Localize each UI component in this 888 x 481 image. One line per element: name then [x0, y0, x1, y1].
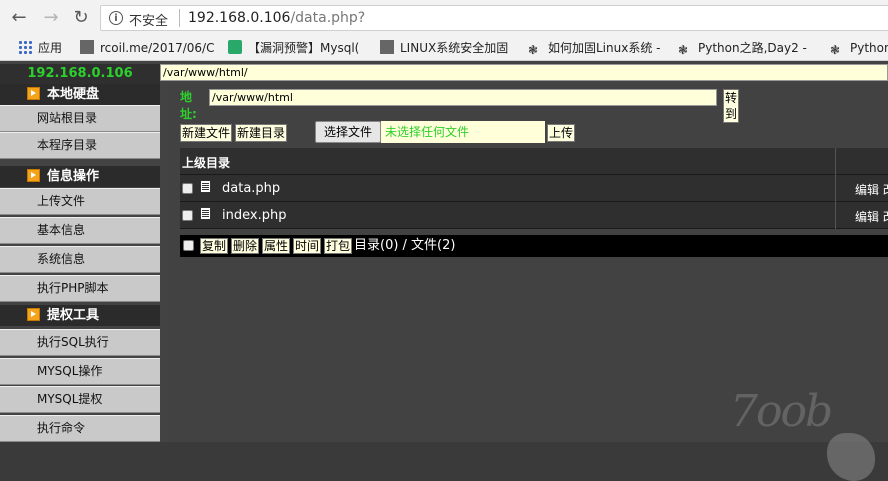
upload-button[interactable]: 上传 — [547, 124, 576, 142]
parent-dir-row[interactable]: 上级目录 — [180, 148, 888, 175]
cnblogs-icon: ❃ — [830, 43, 841, 57]
goto-button[interactable]: 转到 — [723, 89, 740, 123]
column-divider — [835, 148, 836, 175]
arrow-right-icon — [27, 308, 40, 321]
column-divider — [835, 175, 836, 202]
url-separator — [179, 9, 180, 27]
bookmark-label: LINUX系统安全加固 — [400, 41, 509, 55]
file-icon — [200, 207, 211, 220]
sidebar-item-exec-sql[interactable]: 执行SQL执行 — [0, 329, 160, 356]
file-actions[interactable]: 编辑 改 — [855, 181, 888, 198]
section-title: 本地硬盘 — [47, 87, 100, 102]
sidebar-section-info-ops: 信息操作 — [0, 166, 160, 187]
attributes-button[interactable]: 属性 — [262, 238, 291, 254]
file-name[interactable]: index.php — [222, 208, 286, 223]
forward-arrow-icon[interactable]: → — [40, 7, 62, 29]
no-file-chosen-label: 未选择任何文件 — [381, 121, 545, 143]
site-icon — [228, 40, 242, 54]
webshell-page: 192.168.0.106 /var/www/html/ 本地硬盘 网站根目录 … — [0, 61, 888, 481]
bulk-actions-bar: 复制 删除 属性 时间 打包 目录(0) / 文件(2) — [180, 235, 888, 257]
sidebar-item-exec-command[interactable]: 执行命令 — [0, 415, 160, 442]
bookmark-rcoil[interactable]: rcoil.me/2017/06/C — [80, 39, 220, 57]
sidebar-section-privilege-tools: 提权工具 — [0, 305, 160, 326]
table-row: data.php 编辑 改 — [180, 175, 888, 202]
file-actions[interactable]: 编辑 改 — [855, 208, 888, 225]
bookmark-linux-harden[interactable]: ❃ 如何加固Linux系统 - — [528, 39, 666, 57]
bookmark-linux-security[interactable]: LINUX系统安全加固 — [380, 39, 520, 57]
url-bar[interactable]: i 不安全 192.168.0.106/data.php? — [100, 5, 888, 31]
bookmark-label: rcoil.me/2017/06/C — [100, 41, 215, 55]
url-text: 192.168.0.106/data.php? — [188, 10, 365, 26]
column-divider — [835, 202, 836, 229]
bookmark-apps[interactable]: 应用 — [18, 39, 62, 57]
cnblogs-icon: ❃ — [528, 43, 539, 57]
sidebar-item-web-root[interactable]: 网站根目录 — [0, 105, 160, 132]
sidebar-section-local-disk: 本地硬盘 — [0, 84, 160, 105]
watermark-logo: 7oob — [730, 386, 833, 437]
choose-file-button[interactable]: 选择文件 — [315, 121, 381, 143]
address-bar-row: ← → ↻ i 不安全 192.168.0.106/data.php? — [0, 0, 888, 36]
file-checkbox[interactable] — [182, 183, 193, 194]
info-icon[interactable]: i — [109, 11, 123, 25]
table-row: index.php 编辑 改 — [180, 202, 888, 229]
new-file-button[interactable]: 新建文件 — [180, 124, 233, 142]
sidebar-item-upload[interactable]: 上传文件 — [0, 188, 160, 215]
sidebar-item-system-info[interactable]: 系统信息 — [0, 246, 160, 273]
new-dir-button[interactable]: 新建目录 — [235, 124, 288, 142]
time-button[interactable]: 时间 — [293, 238, 322, 254]
security-label: 不安全 — [129, 14, 169, 29]
sidebar-item-basic-info[interactable]: 基本信息 — [0, 217, 160, 244]
bookmark-label: 应用 — [38, 41, 63, 55]
page-icon — [380, 40, 394, 54]
select-all-checkbox[interactable] — [183, 240, 194, 251]
file-checkbox[interactable] — [182, 210, 193, 221]
bookmark-mysql[interactable]: 【漏洞预警】Mysql( — [228, 39, 366, 57]
bookmark-label: 【漏洞预警】Mysql( — [248, 41, 360, 55]
section-title: 提权工具 — [47, 308, 100, 323]
bookmark-label: 如何加固Linux系统 - — [548, 41, 661, 55]
section-title: 信息操作 — [47, 169, 100, 184]
apps-grid-icon — [18, 40, 32, 54]
file-name[interactable]: data.php — [222, 181, 280, 196]
current-path-display: /var/www/html/ — [160, 64, 888, 81]
bookmark-label: Python之路,Day2 - — [698, 41, 807, 55]
file-icon — [200, 180, 211, 193]
bookmark-label: Python — [850, 41, 888, 55]
arrow-right-icon — [27, 87, 40, 100]
copy-button[interactable]: 复制 — [200, 238, 229, 254]
url-path: /data.php? — [290, 10, 366, 26]
sidebar-item-mysql-ops[interactable]: MYSQL操作 — [0, 358, 160, 385]
reload-icon[interactable]: ↻ — [70, 7, 92, 29]
sidebar-item-exec-php[interactable]: 执行PHP脚本 — [0, 275, 160, 302]
delete-button[interactable]: 删除 — [231, 238, 260, 254]
sidebar-item-mysql-privesc[interactable]: MYSQL提权 — [0, 386, 160, 413]
arrow-right-icon — [27, 169, 40, 182]
parent-dir-link[interactable]: 上级目录 — [182, 154, 230, 171]
address-input[interactable]: /var/www/html — [209, 89, 717, 106]
browser-chrome: ← → ↻ i 不安全 192.168.0.106/data.php? 应用 r… — [0, 0, 888, 64]
back-arrow-icon[interactable]: ← — [8, 7, 30, 29]
dir-file-summary: 目录(0) / 文件(2) — [354, 238, 456, 253]
bookmark-python[interactable]: ❃ Python — [830, 39, 888, 57]
cnblogs-icon: ❃ — [678, 43, 689, 57]
pack-button[interactable]: 打包 — [324, 238, 353, 254]
page-icon — [80, 40, 94, 54]
bookmark-python-day2[interactable]: ❃ Python之路,Day2 - — [678, 39, 816, 57]
watermark-splash — [827, 433, 875, 481]
url-host: 192.168.0.106 — [188, 10, 291, 26]
server-ip: 192.168.0.106 — [0, 64, 160, 84]
address-label: 地址: — [180, 90, 197, 121]
sidebar-item-program-dir[interactable]: 本程序目录 — [0, 132, 160, 159]
sidebar: 本地硬盘 网站根目录 本程序目录 信息操作 上传文件 基本信息 系统信息 执行P… — [0, 84, 160, 442]
bookmarks-bar: 应用 rcoil.me/2017/06/C 【漏洞预警】Mysql( LINUX… — [0, 36, 888, 61]
